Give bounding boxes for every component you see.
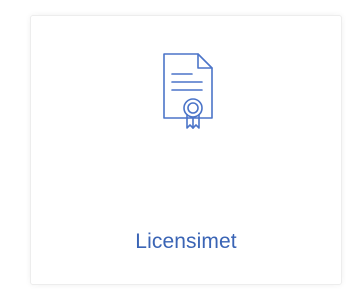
licenses-tile[interactable]: Licensimet [30,15,342,285]
tile-label: Licensimet [135,230,237,253]
certificate-icon [162,52,214,130]
